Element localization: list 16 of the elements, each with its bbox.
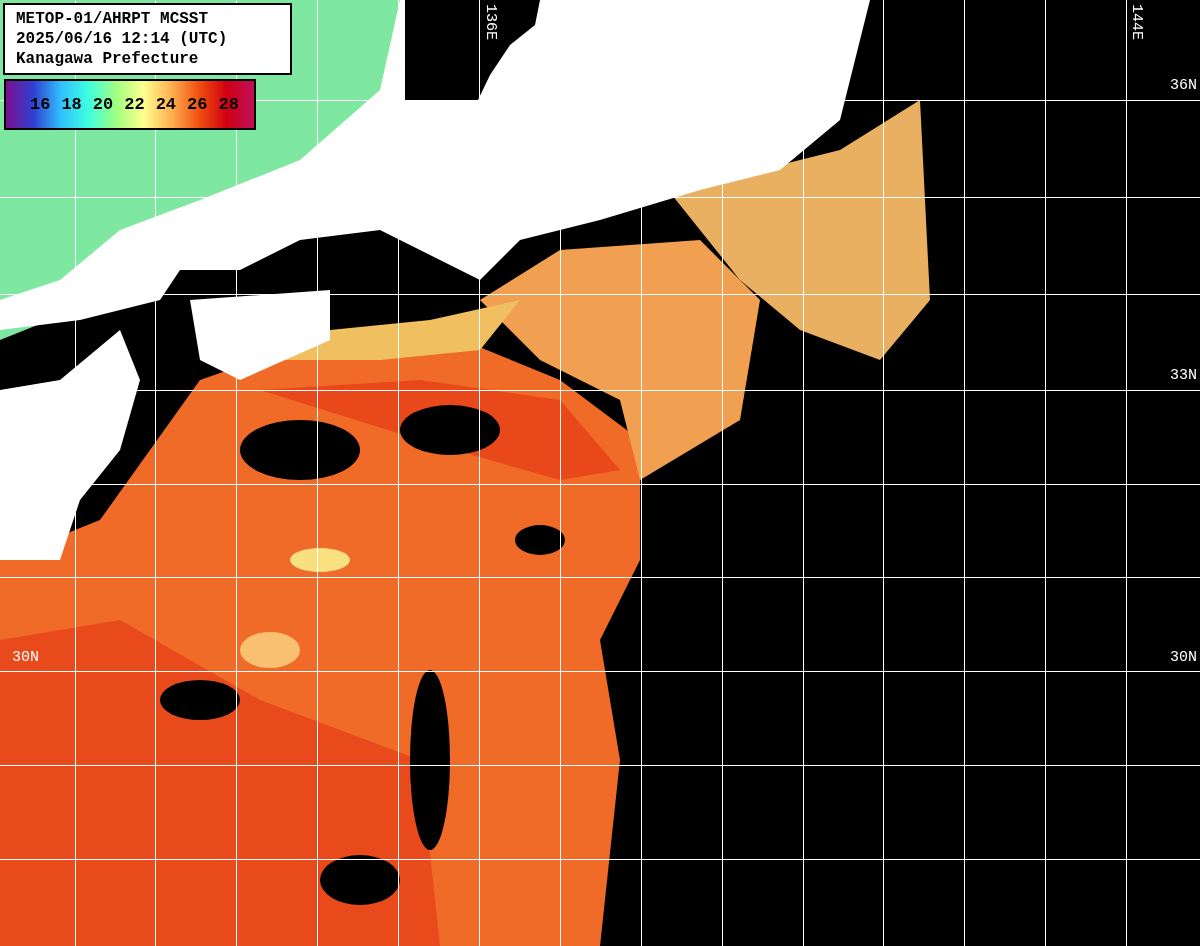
latitude-label: 33N [1170,368,1197,383]
scale-tick-label: 22 [124,96,145,113]
scale-tick-label: 26 [187,96,208,113]
scale-tick-label: 18 [61,96,82,113]
scale-tick-label: 24 [155,96,177,113]
longitude-label: 144E [1129,4,1144,40]
longitude-label: 136E [483,4,498,40]
title-line: 2025/06/16 12:14 (UTC) [16,29,229,49]
title-line: Kanagawa Prefecture [16,49,200,69]
latitude-label: 30N [12,650,39,665]
latitude-label: 36N [1170,78,1197,93]
scale-tick-label: 16 [30,96,51,113]
scale-tick-label: 20 [92,96,114,113]
scale-tick-label: 28 [218,96,239,113]
title-line: METOP-01/AHRPT MCSST [16,9,210,29]
latitude-label: 30N [1170,650,1197,665]
